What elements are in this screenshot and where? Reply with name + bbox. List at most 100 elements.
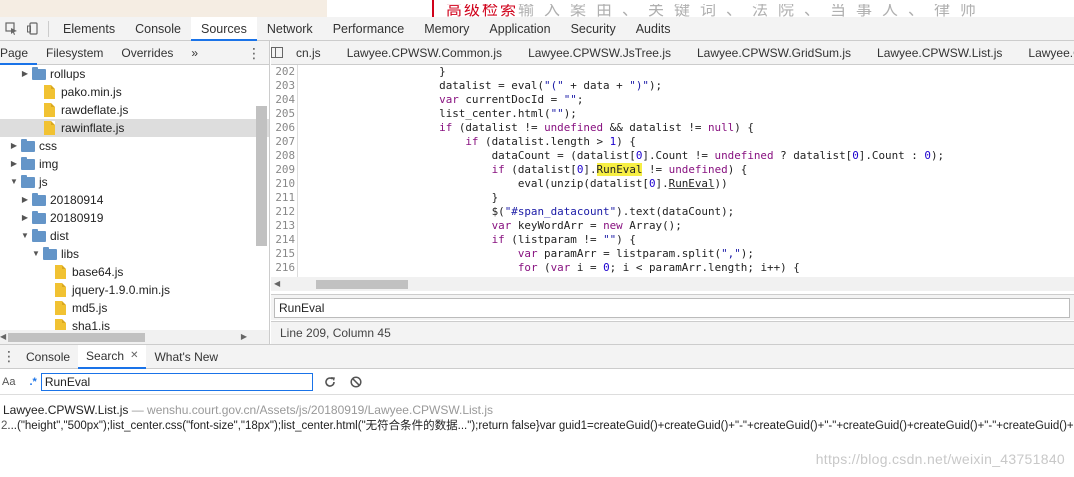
nav-tab-page[interactable]: Page — [0, 41, 38, 65]
code-line[interactable]: 203 datalist = eval("(" + data + ")"); — [271, 79, 1074, 93]
collapsed-triangle-icon[interactable]: ▶ — [20, 209, 30, 227]
nav-more-tabs-button[interactable]: » — [182, 41, 207, 65]
code-line[interactable]: 207 if (datalist.length > 1) { — [271, 135, 1074, 149]
code-line[interactable]: 214 if (listparam != "") { — [271, 233, 1074, 247]
collapsed-triangle-icon[interactable]: ▶ — [9, 155, 19, 173]
scroll-left-arrow-icon[interactable]: ◀ — [274, 279, 280, 288]
tree-folder[interactable]: ▶ 20180919 — [0, 209, 269, 227]
navigator-menu-icon[interactable]: ⋮ — [247, 45, 261, 62]
editor-scroll-thumb[interactable] — [316, 280, 408, 289]
line-number[interactable]: 214 — [271, 233, 298, 247]
drawer-tab-whats-new[interactable]: What's New — [146, 345, 226, 369]
line-number[interactable]: 202 — [271, 65, 298, 79]
scroll-right-arrow-icon[interactable]: ▶ — [241, 332, 247, 341]
tree-file[interactable]: pako.min.js — [0, 83, 269, 101]
tree-file[interactable]: rawinflate.js — [0, 119, 269, 137]
code-line[interactable]: 215 var paramArr = listparam.split(","); — [271, 247, 1074, 261]
code-line[interactable]: 212 $("#span_datacount").text(dataCount)… — [271, 205, 1074, 219]
line-number[interactable]: 209 — [271, 163, 298, 177]
line-number[interactable]: 211 — [271, 191, 298, 205]
code-view[interactable]: 202 } 203 datalist = eval("(" + data + ")… — [271, 65, 1074, 277]
line-number[interactable]: 215 — [271, 247, 298, 261]
file-tab[interactable]: Lawyee.CPWSW.JsTree.js — [515, 41, 684, 64]
line-number[interactable]: 203 — [271, 79, 298, 93]
editor-horizontal-scrollbar[interactable]: ◀ — [271, 277, 1074, 291]
tab-application[interactable]: Application — [479, 17, 560, 41]
drawer-menu-icon[interactable]: ⋮ — [0, 348, 18, 365]
code-line[interactable]: 213 var keyWordArr = new Array(); — [271, 219, 1074, 233]
code-line[interactable]: 210 eval(unzip(datalist[0].RunEval)) — [271, 177, 1074, 191]
result-file-header[interactable]: Lawyee.CPWSW.List.js — wenshu.court.gov.… — [0, 403, 1074, 418]
drawer-tab-search[interactable]: Search ✕ — [78, 344, 147, 369]
search-all-input[interactable] — [40, 372, 313, 391]
tab-network[interactable]: Network — [257, 17, 323, 41]
line-number[interactable]: 205 — [271, 107, 298, 121]
code-line[interactable]: 216 for (var i = 0; i < paramArr.length;… — [271, 261, 1074, 275]
regex-toggle[interactable]: .* — [29, 376, 36, 388]
file-tab[interactable]: cn.js — [283, 41, 334, 64]
nav-tab-overrides[interactable]: Overrides — [112, 41, 182, 65]
code-line[interactable]: 205 list_center.html(""); — [271, 107, 1074, 121]
tree-file[interactable]: md5.js — [0, 299, 269, 317]
file-tab[interactable]: Lawyee.CPWSW.Common.js — [334, 41, 515, 64]
line-number[interactable]: 206 — [271, 121, 298, 135]
tab-audits[interactable]: Audits — [626, 17, 681, 41]
device-toolbar-icon[interactable] — [22, 18, 44, 40]
code-line[interactable]: 206 if (datalist != undefined && datalis… — [271, 121, 1074, 135]
drawer-tab-console[interactable]: Console — [18, 345, 78, 369]
tree-folder[interactable]: ▶ 20180914 — [0, 191, 269, 209]
inspect-element-icon[interactable] — [0, 18, 22, 40]
tab-console[interactable]: Console — [125, 17, 191, 41]
code-line[interactable]: 208 dataCount = (datalist[0].Count != un… — [271, 149, 1074, 163]
nav-tab-filesystem[interactable]: Filesystem — [37, 41, 112, 65]
result-match-line[interactable]: 2 ...("height","500px");list_center.css(… — [0, 418, 1074, 434]
tree-folder[interactable]: ▼ js — [0, 173, 269, 191]
tab-sources[interactable]: Sources — [190, 16, 257, 41]
close-icon[interactable]: ✕ — [130, 344, 138, 368]
expanded-triangle-icon[interactable]: ▼ — [9, 173, 19, 191]
line-number[interactable]: 208 — [271, 149, 298, 163]
tab-memory[interactable]: Memory — [414, 17, 479, 41]
code-line[interactable]: 211 } — [271, 191, 1074, 205]
drawer-tab-label: What's New — [154, 349, 219, 364]
line-number[interactable]: 210 — [271, 177, 298, 191]
navigator-horizontal-scrollbar[interactable]: ◀ ▶ — [0, 330, 269, 344]
code-line[interactable]: 202 } — [271, 65, 1074, 79]
line-number[interactable]: 204 — [271, 93, 298, 107]
tree-file[interactable]: jquery-1.9.0.min.js — [0, 281, 269, 299]
navigator-scroll-thumb[interactable] — [8, 333, 145, 342]
expanded-triangle-icon[interactable]: ▼ — [31, 245, 41, 263]
file-tab[interactable]: Lawyee.CPWSW.GridSum.js — [684, 41, 864, 64]
tree-folder[interactable]: ▶ rollups — [0, 65, 269, 83]
clear-icon[interactable] — [347, 373, 365, 391]
navigator-vertical-scrollbar[interactable] — [256, 106, 267, 246]
tree-file[interactable]: sha1.js — [0, 317, 269, 330]
scroll-left-arrow-icon[interactable]: ◀ — [0, 332, 6, 341]
tree-folder[interactable]: ▼ libs — [0, 245, 269, 263]
tab-performance[interactable]: Performance — [323, 17, 415, 41]
code-line[interactable]: 204 var currentDocId = ""; — [271, 93, 1074, 107]
advanced-search-link[interactable]: 高级检索 — [446, 4, 518, 17]
match-case-toggle[interactable]: Aa — [2, 376, 15, 388]
tree-folder[interactable]: ▼ dist — [0, 227, 269, 245]
collapsed-triangle-icon[interactable]: ▶ — [9, 137, 19, 155]
tree-folder[interactable]: ▶ css — [0, 137, 269, 155]
file-tab[interactable]: Lawyee.CPWSW.List.js — [864, 41, 1015, 64]
collapsed-triangle-icon[interactable]: ▶ — [20, 65, 30, 83]
tree-file[interactable]: base64.js — [0, 263, 269, 281]
code-line[interactable]: 209 if (datalist[0].RunEval != undefined… — [271, 163, 1074, 177]
line-number[interactable]: 216 — [271, 261, 298, 275]
toggle-navigator-icon[interactable] — [271, 41, 283, 64]
refresh-icon[interactable] — [321, 373, 339, 391]
tree-folder[interactable]: ▶ img — [0, 155, 269, 173]
tab-elements[interactable]: Elements — [53, 17, 125, 41]
collapsed-triangle-icon[interactable]: ▶ — [20, 191, 30, 209]
line-number[interactable]: 212 — [271, 205, 298, 219]
file-tab[interactable]: Lawyee.CPWSW.Con — [1015, 41, 1074, 64]
tab-security[interactable]: Security — [561, 17, 626, 41]
expanded-triangle-icon[interactable]: ▼ — [20, 227, 30, 245]
line-number[interactable]: 207 — [271, 135, 298, 149]
find-in-file-input[interactable] — [274, 298, 1070, 318]
tree-file[interactable]: rawdeflate.js — [0, 101, 269, 119]
line-number[interactable]: 213 — [271, 219, 298, 233]
